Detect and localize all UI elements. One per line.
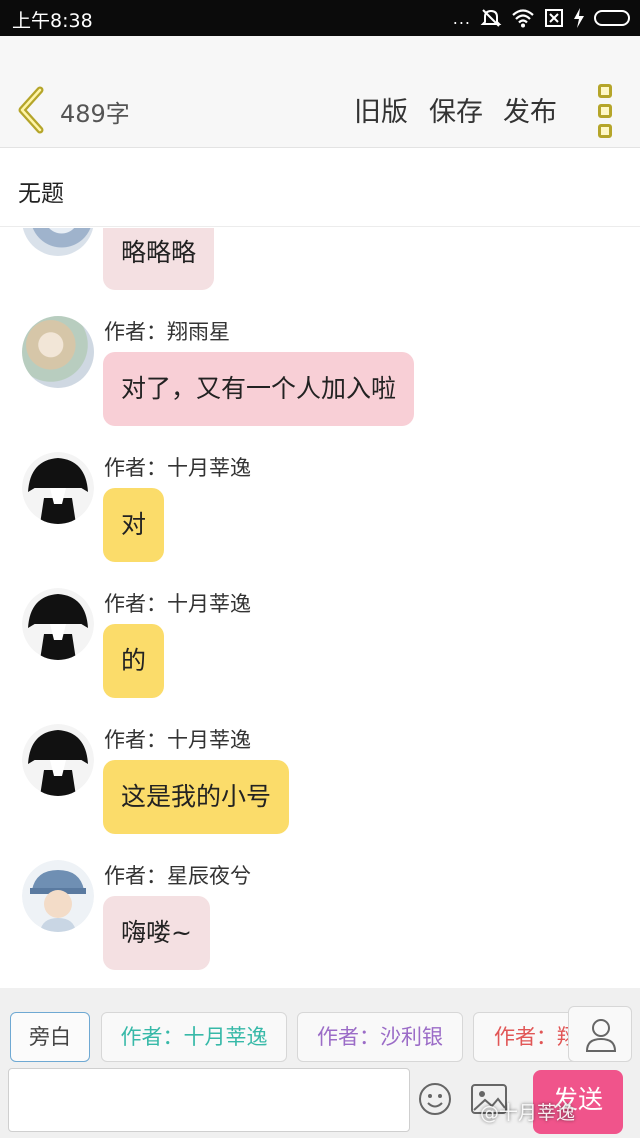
avatar-boy-cap-icon[interactable] — [22, 588, 94, 660]
menu-dot — [598, 124, 612, 138]
word-count: 489字 — [60, 100, 130, 128]
message-bubble[interactable]: 这是我的小号 — [103, 760, 290, 834]
mute-icon — [480, 9, 502, 27]
wifi-icon — [512, 9, 534, 28]
message-bubble[interactable]: 对 — [103, 488, 165, 562]
message-bubble[interactable]: 的 — [103, 624, 165, 698]
avatar-boy-cap-icon[interactable] — [22, 724, 94, 796]
more-dots-icon: ... — [452, 8, 471, 28]
sim-off-icon — [545, 9, 563, 27]
avatar-girl-icon[interactable] — [22, 860, 94, 932]
chat-list[interactable]: 略略略 作者：翔雨星 对了，又有一个人加入啦 作者：十月莘逸 对 作者：十月莘逸… — [0, 228, 640, 988]
back-chevron-icon — [18, 86, 44, 134]
menu-dot — [598, 84, 612, 98]
battery-icon — [594, 10, 630, 26]
menu-dot — [598, 104, 612, 118]
add-role-button[interactable] — [568, 1006, 632, 1062]
status-icons: ... — [453, 6, 630, 30]
author-label: 作者：十月莘逸 — [104, 728, 251, 752]
old-version-button[interactable]: 旧版 — [354, 90, 408, 129]
message-bubble[interactable]: 嗨喽~ — [103, 896, 210, 970]
editor-toolbar: 489字 旧版 保存 发布 — [0, 36, 640, 148]
status-bar: 上午8:38 ... — [0, 0, 640, 36]
author-label: 作者：十月莘逸 — [104, 592, 251, 616]
save-button[interactable]: 保存 — [429, 90, 483, 129]
avatar-flowers-icon[interactable] — [22, 316, 94, 388]
back-button[interactable] — [14, 86, 50, 134]
author-label: 作者：星辰夜兮 — [104, 864, 251, 888]
publish-button[interactable]: 发布 — [503, 90, 557, 129]
role-author-button[interactable]: 作者：沙利银 — [297, 1012, 463, 1062]
author-label: 作者：十月莘逸 — [104, 456, 251, 480]
author-label: 作者：翔雨星 — [104, 320, 230, 344]
role-author-button[interactable]: 作者：十月莘逸 — [101, 1012, 287, 1062]
charging-icon — [574, 8, 584, 28]
emoji-icon[interactable] — [418, 1082, 452, 1116]
story-title-row[interactable]: 无题 — [0, 149, 640, 227]
message-bubble[interactable]: 对了，又有一个人加入啦 — [103, 352, 415, 426]
story-title[interactable]: 无题 — [18, 174, 64, 208]
person-icon — [585, 1019, 617, 1052]
role-selector-bar: 旁白 作者：十月莘逸 作者：沙利银 作者：翔 — [0, 988, 640, 1068]
message-bubble[interactable]: 略略略 — [103, 228, 215, 290]
status-time: 上午8:38 — [12, 10, 93, 32]
avatar-boy-cap-icon[interactable] — [22, 452, 94, 524]
watermark: @十月莘逸 — [480, 1102, 576, 1124]
more-menu-icon[interactable] — [593, 84, 617, 138]
role-narrator-button[interactable]: 旁白 — [10, 1012, 90, 1062]
avatar-girl-icon[interactable] — [22, 228, 94, 256]
message-input[interactable] — [8, 1068, 410, 1132]
